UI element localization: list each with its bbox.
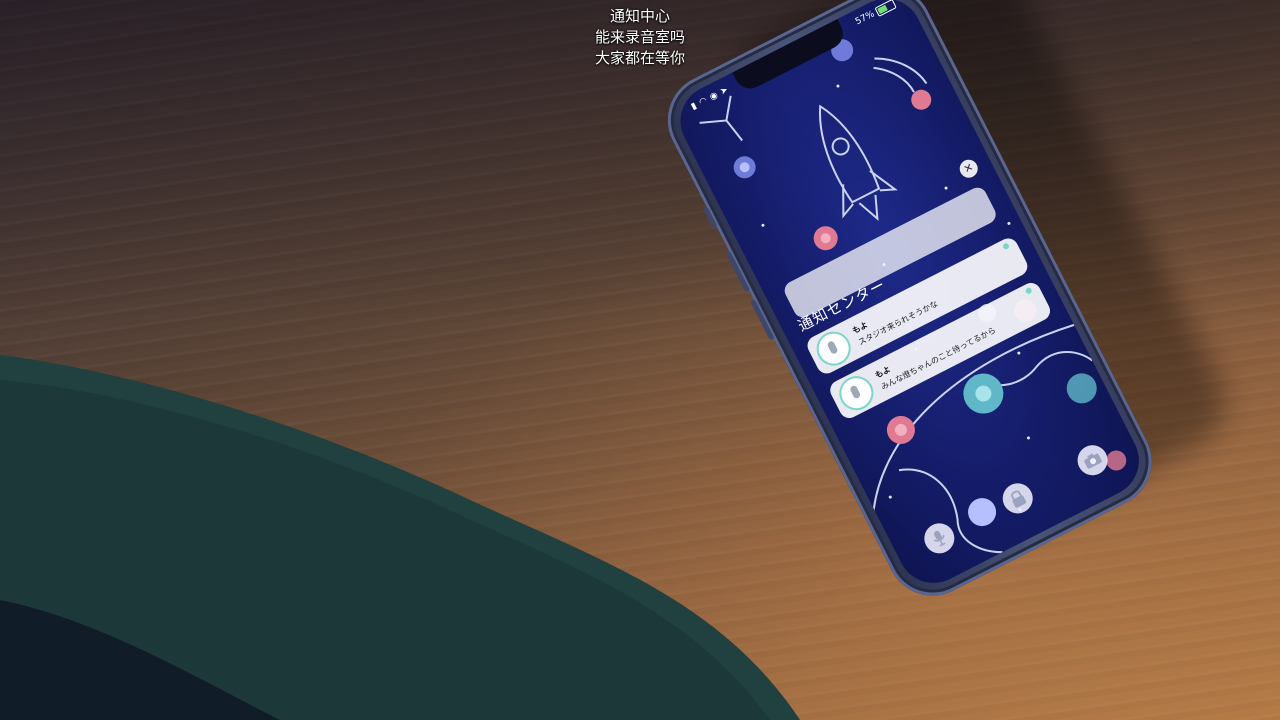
signal-icon: ▮: [689, 101, 699, 113]
scene: 通知中心 能来录音室吗 大家都在等你 ▮ ◠ ◉ ➤ 57% ✕ 通知センター …: [0, 0, 1280, 720]
wifi-icon: ◠: [697, 95, 710, 109]
battery-fill: [877, 4, 888, 15]
camera-icon: [1084, 453, 1102, 469]
alarm-icon: ◉: [708, 90, 720, 103]
notification-indicator: [1001, 242, 1011, 251]
location-icon: ➤: [718, 85, 730, 98]
rocket-icon: [818, 104, 898, 221]
subtitle-line: 通知中心: [609, 7, 670, 25]
lock-icon: [1011, 490, 1027, 508]
mic-icon: [933, 530, 946, 547]
notification-indicator: [1024, 286, 1033, 295]
